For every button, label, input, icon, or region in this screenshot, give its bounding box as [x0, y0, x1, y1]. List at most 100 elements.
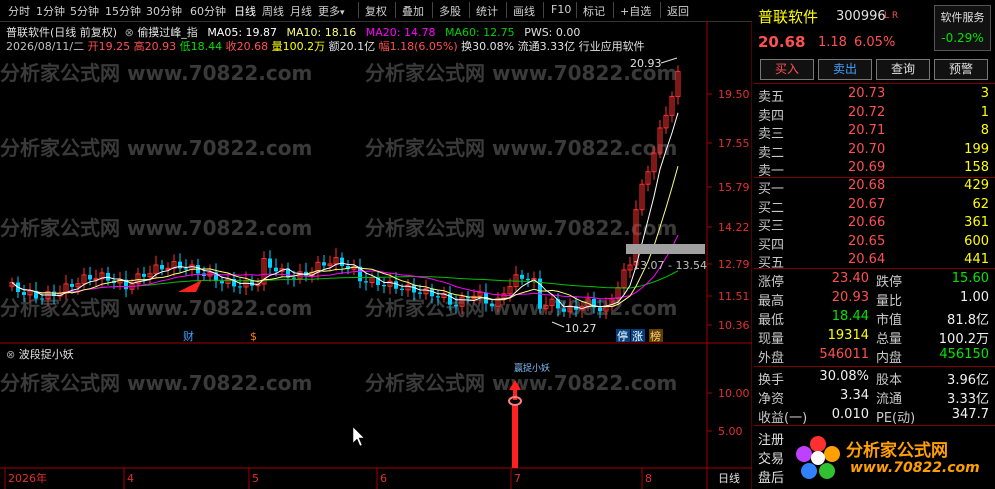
finance-marker[interactable]: 财	[183, 329, 194, 343]
candle-body	[394, 281, 398, 289]
sector-box[interactable]: 软件服务 -0.29%	[934, 5, 991, 51]
suspend-marker[interactable]: 停	[617, 329, 628, 343]
dividend-marker[interactable]: $	[250, 330, 257, 343]
tab-after-hours[interactable]: 盘后	[758, 469, 784, 488]
chevron-down-icon: ▾	[340, 8, 345, 18]
time-axis: 2026年 4 5 6 7 8 日线	[4, 468, 740, 489]
time-tick-label: 8	[645, 472, 652, 485]
price-change-pct: 6.05%	[854, 35, 896, 50]
bid-label: 买三	[758, 219, 785, 234]
stat-value: 546011	[819, 347, 869, 362]
multi-stock-button[interactable]: 多股	[439, 3, 461, 19]
sub-chart-title[interactable]: 波段捉小妖	[19, 348, 74, 361]
ask-row[interactable]: 卖四 20.72 1	[754, 104, 995, 124]
sub-tick-label: 5.00	[718, 425, 743, 438]
bar-open: 开19.25	[87, 40, 131, 53]
period-tab-60min[interactable]: 60分钟	[190, 3, 226, 19]
bid-price: 20.65	[848, 233, 886, 249]
period-tab-fenshi[interactable]: 分时	[8, 3, 30, 19]
period-tab-1min[interactable]: 1分钟	[36, 3, 65, 19]
ask-label: 卖三	[758, 127, 785, 142]
low-price-label: 10.27	[565, 322, 597, 335]
price-tick-label: 17.55	[718, 137, 750, 150]
bid-row[interactable]: 买四 20.65 600	[754, 233, 995, 253]
bid-volume: 429	[964, 178, 989, 193]
period-tab-daily[interactable]: 日线	[234, 3, 256, 19]
stat-row: 最低 18.44 市值 81.8亿	[754, 308, 995, 328]
stat-value: 15.60	[951, 271, 989, 286]
watermark-text: 分析家公式网 www.70822.com	[365, 371, 677, 395]
stat-value: 100.2万	[938, 332, 989, 347]
dragon-tiger-marker[interactable]: 榜	[650, 329, 661, 343]
stat-label: 现量	[758, 332, 785, 347]
back-button[interactable]: 返回	[667, 3, 689, 19]
draw-line-button[interactable]: 画线	[513, 3, 535, 19]
site-logo: 分析家公式网 www.70822.com	[794, 432, 994, 487]
price-tick-label: 19.50	[718, 88, 750, 101]
stat-label: 外盘	[758, 351, 785, 366]
time-tick-label: 4	[127, 472, 134, 485]
tab-trade[interactable]: 交易	[758, 450, 784, 469]
divider	[754, 366, 995, 367]
stat-row: 现量 19314 总量 100.2万	[754, 327, 995, 347]
tab-register[interactable]: 注册	[758, 431, 784, 450]
mark-button[interactable]: 标记	[583, 3, 605, 19]
period-tab-30min[interactable]: 30分钟	[146, 3, 182, 19]
toolbar-divider	[660, 2, 661, 18]
watermark-text: 分析家公式网 www.70822.com	[0, 296, 312, 320]
candle-body	[238, 286, 242, 288]
candle-body	[526, 278, 530, 281]
statistics-button[interactable]: 统计	[476, 3, 498, 19]
period-tab-weekly[interactable]: 周线	[262, 3, 284, 19]
period-tab-more[interactable]: 更多▾	[318, 3, 345, 19]
period-tab-15min[interactable]: 15分钟	[105, 3, 141, 19]
bid-volume: 600	[964, 233, 989, 249]
candle-body	[40, 298, 44, 300]
bid-row[interactable]: 买三 20.66 361	[754, 214, 995, 234]
candle-body	[598, 307, 602, 312]
f10-button[interactable]: F10	[551, 3, 571, 16]
add-watchlist-button[interactable]: +自选	[620, 3, 651, 19]
signal-label: 赢捉小妖	[514, 362, 550, 374]
signal-arrow-shaft	[513, 390, 517, 400]
bar-change: 幅1.18(6.05%)	[378, 40, 458, 53]
limit-up-marker[interactable]: 涨	[632, 330, 643, 343]
bid-row[interactable]: 买二 20.67 62	[754, 196, 995, 216]
overlay-button[interactable]: 叠加	[402, 3, 424, 19]
query-button[interactable]: 查询	[876, 59, 930, 80]
stat-value: 20.93	[831, 290, 869, 305]
candle-body	[436, 296, 440, 298]
bid-price: 20.67	[848, 196, 886, 212]
alert-button[interactable]: 预警	[934, 59, 988, 80]
bid-price: 20.64	[848, 252, 886, 267]
sell-button[interactable]: 卖出	[818, 59, 872, 80]
stat-label: 换手	[758, 373, 785, 388]
price-tick-label: 12.79	[718, 258, 750, 271]
ask-price: 20.69	[848, 160, 886, 175]
bid-row[interactable]: 买一 20.68 429	[754, 177, 995, 197]
toolbar-divider	[543, 2, 544, 18]
adjust-button[interactable]: 复权	[365, 3, 387, 19]
price-change: 1.18	[818, 35, 847, 50]
ask-label: 卖五	[758, 90, 785, 105]
sub-collapse-icon[interactable]: ⊗	[6, 348, 15, 361]
period-tab-monthly[interactable]: 月线	[290, 3, 312, 19]
buy-button[interactable]: 买入	[760, 59, 814, 80]
stat-label: 跌停	[876, 275, 903, 290]
stat-value: 3.96亿	[947, 373, 989, 388]
ask-row[interactable]: 卖一 20.69 158	[754, 159, 995, 179]
stat-value: 3.33亿	[947, 392, 989, 407]
period-tab-5min[interactable]: 5分钟	[70, 3, 99, 19]
toolbar-divider	[432, 2, 433, 18]
time-tick-label: 5	[252, 472, 259, 485]
stat-row: 收益(一) 0.010 PE(动) 347.7	[754, 406, 995, 426]
ask-row[interactable]: 卖五 20.73 3	[754, 85, 995, 105]
ask-row[interactable]: 卖三 20.71 8	[754, 122, 995, 142]
ask-volume: 8	[980, 123, 989, 138]
bar-close: 收20.68	[225, 40, 269, 53]
kline-chart[interactable]: 分析家公式网 www.70822.com 分析家公式网 www.70822.co…	[0, 21, 752, 489]
bid-label: 买二	[758, 200, 785, 216]
divider	[754, 268, 995, 269]
ask-row[interactable]: 卖二 20.70 199	[754, 141, 995, 161]
time-tick-label: 6	[380, 472, 387, 485]
